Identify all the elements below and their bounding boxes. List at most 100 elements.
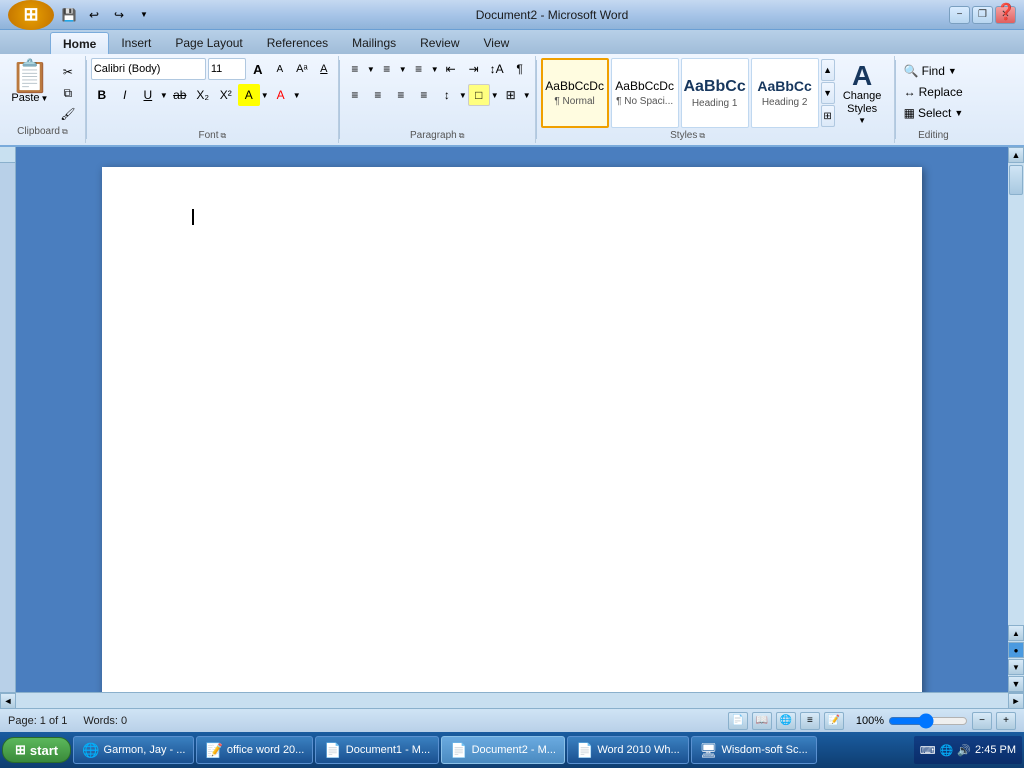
tab-view[interactable]: View <box>472 32 522 54</box>
bullets-arrow[interactable]: ▼ <box>367 65 375 74</box>
taskbar-item-garmon[interactable]: 🌐 Garmon, Jay - ... <box>73 736 194 764</box>
line-spacing-button[interactable]: ↕ <box>436 84 458 106</box>
minimize-button[interactable]: − <box>949 6 970 24</box>
save-quick-btn[interactable]: 💾 <box>58 5 80 25</box>
scroll-next-page[interactable]: ▼ <box>1008 659 1024 675</box>
borders-arrow[interactable]: ▼ <box>523 91 531 100</box>
outline-view-btn[interactable]: ≡ <box>800 712 820 730</box>
paste-button[interactable]: 📋 Paste ▼ <box>6 58 54 106</box>
change-styles-button[interactable]: A ChangeStyles ▼ <box>835 58 890 129</box>
style-normal[interactable]: AaBbCcDc ¶ Normal <box>541 58 609 128</box>
styles-scroll-more[interactable]: ⊞ <box>821 105 835 127</box>
bold-button[interactable]: B <box>91 84 113 106</box>
tab-mailings[interactable]: Mailings <box>340 32 408 54</box>
align-right-button[interactable]: ≡ <box>390 84 412 106</box>
style-heading2[interactable]: AaBbCc Heading 2 <box>751 58 819 128</box>
multilevel-arrow[interactable]: ▼ <box>431 65 439 74</box>
document-canvas[interactable] <box>102 167 922 692</box>
taskbar-item-document2[interactable]: 📄 Document2 - M... <box>441 736 565 764</box>
scroll-prev-page[interactable]: ▲ <box>1008 625 1024 641</box>
select-button[interactable]: ▦ Select ▼ <box>900 104 968 122</box>
strikethrough-button[interactable]: ab <box>169 84 191 106</box>
decrease-indent-button[interactable]: ⇤ <box>440 58 462 80</box>
taskbar-item-word2010[interactable]: 📄 Word 2010 Wh... <box>567 736 689 764</box>
styles-expand-icon[interactable]: ⧉ <box>699 131 705 141</box>
tab-review[interactable]: Review <box>408 32 471 54</box>
text-highlight-button[interactable]: A <box>238 84 260 106</box>
clipboard-group-label: Clipboard ⧉ <box>6 124 79 137</box>
clear-format-button[interactable]: A <box>314 59 334 79</box>
numbering-arrow[interactable]: ▼ <box>399 65 407 74</box>
zoom-out-btn[interactable]: − <box>972 712 992 730</box>
font-color-arrow[interactable]: ▼ <box>293 91 301 100</box>
italic-button[interactable]: I <box>114 84 136 106</box>
cut-button[interactable]: ✂ <box>57 62 79 82</box>
tab-page-layout[interactable]: Page Layout <box>163 32 254 54</box>
show-paragraph-button[interactable]: ¶ <box>509 58 531 80</box>
sort-button[interactable]: ↕A <box>486 58 508 80</box>
redo-quick-btn[interactable]: ↪ <box>108 5 130 25</box>
replace-button[interactable]: ↔ Replace <box>900 83 967 101</box>
draft-view-btn[interactable]: 📝 <box>824 712 844 730</box>
zoom-slider[interactable] <box>888 714 968 728</box>
scroll-down-button[interactable]: ▼ <box>1008 676 1024 692</box>
font-color-button[interactable]: A <box>270 84 292 106</box>
scroll-left-button[interactable]: ◄ <box>0 693 16 709</box>
web-layout-view-btn[interactable]: 🌐 <box>776 712 796 730</box>
multilevel-button[interactable]: ≡ <box>408 58 430 80</box>
increase-indent-button[interactable]: ⇥ <box>463 58 485 80</box>
taskbar-item-document1[interactable]: 📄 Document1 - M... <box>315 736 439 764</box>
shading-arrow[interactable]: ▼ <box>491 91 499 100</box>
font-shrink-button[interactable]: A <box>270 59 290 79</box>
align-left-button[interactable]: ≡ <box>344 84 366 106</box>
underline-arrow[interactable]: ▼ <box>160 91 168 100</box>
full-reading-view-btn[interactable]: 📖 <box>752 712 772 730</box>
borders-button[interactable]: ⊞ <box>500 84 522 106</box>
change-styles-arrow[interactable]: ▼ <box>858 116 866 125</box>
start-button[interactable]: ⊞ start <box>2 737 71 763</box>
office-button[interactable]: ⊞ <box>8 0 54 30</box>
justify-button[interactable]: ≡ <box>413 84 435 106</box>
font-expand-icon[interactable]: ⧉ <box>220 131 226 141</box>
restore-button[interactable]: ❐ <box>972 6 993 24</box>
format-painter-button[interactable]: 🖌 <box>57 104 79 124</box>
customize-quick-btn[interactable]: ▼ <box>133 5 155 25</box>
paste-dropdown-icon[interactable]: ▼ <box>41 94 49 103</box>
clipboard-expand-icon[interactable]: ⧉ <box>62 127 68 137</box>
numbering-button[interactable]: ≡ <box>376 58 398 80</box>
taskbar-item-officeword[interactable]: 📝 office word 20... <box>196 736 313 764</box>
line-spacing-arrow[interactable]: ▼ <box>459 91 467 100</box>
scroll-select-browse[interactable]: ● <box>1008 642 1024 658</box>
font-size-input[interactable] <box>208 58 246 80</box>
font-name-input[interactable] <box>91 58 206 80</box>
align-center-button[interactable]: ≡ <box>367 84 389 106</box>
copy-button[interactable]: ⧉ <box>57 83 79 103</box>
scroll-thumb[interactable] <box>1009 165 1023 195</box>
subscript-button[interactable]: X₂ <box>192 84 214 106</box>
font-grow-button[interactable]: A <box>248 59 268 79</box>
superscript-button[interactable]: X² <box>215 84 237 106</box>
find-arrow[interactable]: ▼ <box>948 66 957 76</box>
taskbar-item-wisdomsoft[interactable]: 🖥 Wisdom-soft Sc... <box>691 736 817 764</box>
scroll-up-button[interactable]: ▲ <box>1008 147 1024 163</box>
change-case-button[interactable]: Aᵃ <box>292 59 312 79</box>
style-heading1[interactable]: AaBbCc Heading 1 <box>681 58 749 128</box>
bullets-button[interactable]: ≡ <box>344 58 366 80</box>
underline-button[interactable]: U <box>137 84 159 106</box>
scroll-right-button[interactable]: ► <box>1008 693 1024 709</box>
find-button[interactable]: 🔍 Find ▼ <box>900 62 961 80</box>
undo-quick-btn[interactable]: ↩ <box>83 5 105 25</box>
tab-references[interactable]: References <box>255 32 340 54</box>
tab-insert[interactable]: Insert <box>109 32 163 54</box>
tab-home[interactable]: Home <box>50 32 109 54</box>
shading-button[interactable]: □ <box>468 84 490 106</box>
highlight-arrow[interactable]: ▼ <box>261 91 269 100</box>
help-icon[interactable]: ❓ <box>996 4 1016 21</box>
paragraph-expand-icon[interactable]: ⧉ <box>459 131 465 141</box>
styles-scroll-down[interactable]: ▼ <box>821 82 835 104</box>
select-arrow[interactable]: ▼ <box>954 108 963 118</box>
print-layout-view-btn[interactable]: 📄 <box>728 712 748 730</box>
style-no-spacing[interactable]: AaBbCcDc ¶ No Spaci... <box>611 58 679 128</box>
styles-scroll-up[interactable]: ▲ <box>821 59 835 81</box>
zoom-in-btn[interactable]: + <box>996 712 1016 730</box>
